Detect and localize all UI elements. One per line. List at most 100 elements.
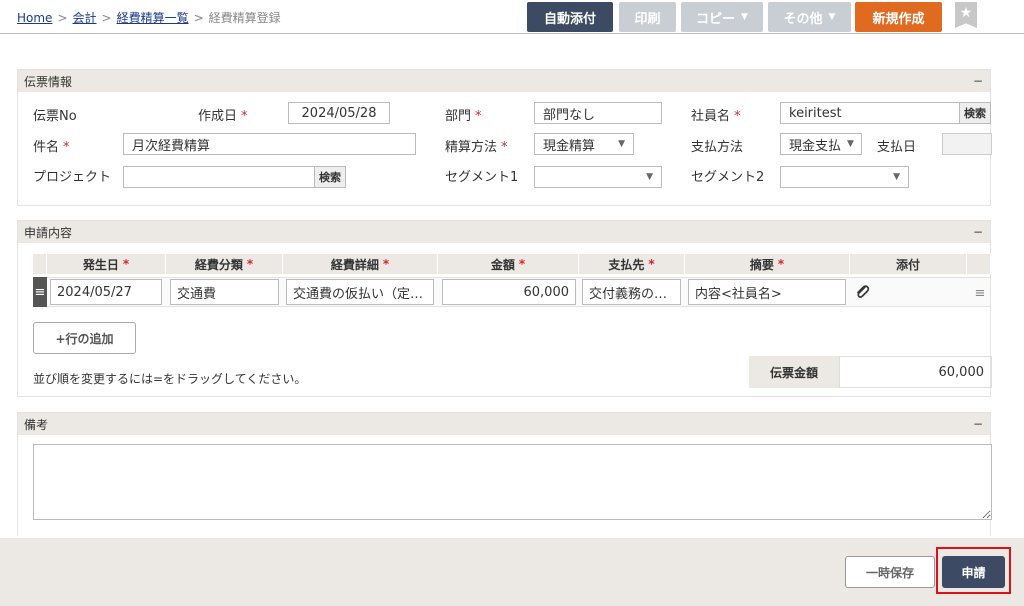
breadcrumb-current: 経費精算登録	[208, 11, 281, 25]
row-summary-field[interactable]: 内容<社員名>	[688, 279, 846, 305]
details-section-header[interactable]: 申請内容 −	[18, 221, 990, 243]
segment1-select[interactable]: ▼	[534, 166, 662, 188]
table-header-detail-text: 経費詳細	[330, 257, 379, 272]
table-header-payee: 支払先 *	[579, 254, 685, 274]
voucher-section-title: 伝票情報	[24, 74, 73, 89]
table-header-date-text: 発生日	[82, 257, 119, 272]
required-mark: *	[246, 257, 254, 271]
row-payee-field[interactable]: 交付義務の…	[582, 279, 681, 305]
temporary-save-button[interactable]: 一時保存	[845, 556, 935, 588]
settlement-label: 精算方法 *	[445, 136, 508, 155]
row-detail-field[interactable]: 交通費の仮払い（定…	[286, 279, 434, 305]
breadcrumb-accounting-link[interactable]: 会計	[73, 11, 97, 25]
created-date-field[interactable]: 2024/05/28	[288, 102, 390, 124]
collapse-icon[interactable]: −	[973, 225, 983, 239]
table-header-category-text: 経費分類	[194, 257, 243, 272]
settlement-select[interactable]: 現金精算 ▼	[534, 133, 634, 155]
project-field[interactable]	[123, 166, 315, 188]
required-mark: *	[382, 257, 390, 271]
details-section-title: 申請内容	[24, 225, 73, 240]
table-header-attachment: 添付	[850, 254, 967, 274]
payment-date-field[interactable]	[942, 133, 992, 155]
other-button[interactable]: その他 ▼	[768, 2, 851, 32]
voucher-section: 伝票情報 − 伝票No 作成日 * 2024/05/28 部門 * 部門なし 社員名…	[17, 69, 992, 206]
department-field[interactable]: 部門なし	[534, 102, 662, 124]
row-menu-icon[interactable]: ≡	[973, 283, 987, 303]
department-label: 部門 *	[445, 105, 482, 124]
breadcrumb-separator: >	[193, 11, 204, 25]
project-label: プロジェクト	[33, 170, 112, 185]
required-mark: *	[648, 257, 655, 271]
table-header-handle	[33, 254, 47, 274]
collapse-icon[interactable]: −	[973, 74, 983, 88]
chevron-down-icon: ▼	[646, 172, 653, 182]
required-mark: *	[734, 109, 741, 124]
subject-field[interactable]: 月次経費精算	[123, 133, 416, 155]
breadcrumb-separator: >	[101, 11, 112, 25]
attachment-clip-icon[interactable]	[854, 283, 870, 301]
employee-search-button[interactable]: 検索	[959, 102, 991, 124]
subject-label-text: 件名	[33, 140, 60, 155]
required-mark: *	[475, 109, 482, 124]
copy-button[interactable]: コピー ▼	[681, 2, 763, 32]
apply-button[interactable]: 申請	[942, 556, 1005, 588]
segment2-select[interactable]: ▼	[780, 166, 909, 188]
required-mark: *	[63, 140, 70, 155]
payment-date-label: 支払日	[877, 140, 917, 155]
project-search-button[interactable]: 検索	[314, 166, 346, 188]
row-date-field[interactable]: 2024/05/27	[50, 279, 162, 305]
chevron-down-icon: ▼	[893, 172, 900, 182]
breadcrumb-list-link[interactable]: 経費精算一覧	[117, 11, 189, 25]
details-section: 申請内容 − 発生日 * 経費分類 * 経費詳細 * 金額 * 支払先 * 摘要 * 添付 …	[17, 220, 992, 397]
bookmark-star-icon[interactable]: ★	[955, 2, 977, 28]
table-header-summary: 摘要 *	[685, 254, 850, 274]
breadcrumb-home-link[interactable]: Home	[17, 11, 52, 25]
breadcrumb-separator: >	[57, 11, 68, 25]
payment-method-select[interactable]: 現金支払 ▼	[780, 133, 862, 155]
chevron-down-icon: ▼	[847, 139, 854, 149]
table-header-menu	[967, 254, 991, 274]
table-header-summary-text: 摘要	[749, 257, 774, 272]
remarks-section-title: 備考	[24, 417, 49, 432]
breadcrumb: Home > 会計 > 経費精算一覧 > 経費精算登録	[17, 9, 281, 26]
table-header-payee-text: 支払先	[608, 257, 645, 272]
drag-hint-text: 並び順を変更するには=をドラッグしてください。	[33, 372, 307, 386]
remarks-section-header[interactable]: 備考 −	[18, 413, 990, 435]
table-header-amount: 金額 *	[438, 254, 579, 274]
required-mark: *	[518, 257, 526, 271]
new-button[interactable]: 新規作成	[855, 2, 942, 32]
required-mark: *	[122, 257, 130, 271]
other-button-label: その他	[783, 11, 823, 27]
remarks-textarea[interactable]	[33, 444, 992, 520]
settlement-label-text: 精算方法	[445, 140, 498, 155]
row-category-field[interactable]: 交通費	[170, 279, 279, 305]
subject-label: 件名 *	[33, 136, 70, 155]
auto-attach-button[interactable]: 自動添付	[527, 2, 613, 32]
chevron-down-icon: ▼	[741, 12, 748, 22]
payment-method-select-value: 現金支払	[789, 138, 842, 154]
drag-handle-icon[interactable]: ≡	[33, 277, 47, 307]
top-bar: Home > 会計 > 経費精算一覧 > 経費精算登録 自動添付 印刷 コピー ▼ その他 ▼ …	[0, 0, 1024, 34]
employee-label-text: 社員名	[691, 109, 731, 124]
remarks-section: 備考 −	[17, 412, 992, 536]
table-header-amount-text: 金額	[490, 257, 515, 272]
print-button[interactable]: 印刷	[619, 2, 676, 32]
created-date-label-text: 作成日	[198, 109, 238, 124]
segment1-label: セグメント1	[445, 170, 519, 185]
table-header-date: 発生日 *	[47, 254, 166, 274]
segment2-label: セグメント2	[691, 170, 765, 185]
voucher-no-label: 伝票No	[33, 109, 77, 124]
row-amount-field[interactable]: 60,000	[442, 279, 576, 305]
table-header-category: 経費分類 *	[166, 254, 283, 274]
payment-method-label: 支払方法	[691, 140, 744, 155]
employee-field[interactable]: keiritest	[780, 102, 960, 124]
voucher-section-header[interactable]: 伝票情報 −	[18, 70, 990, 92]
settlement-select-value: 現金精算	[543, 138, 596, 154]
required-mark: *	[241, 109, 248, 124]
created-date-label: 作成日 *	[198, 105, 248, 124]
collapse-icon[interactable]: −	[973, 417, 983, 431]
add-row-button[interactable]: +行の追加	[33, 322, 136, 354]
department-label-text: 部門	[445, 109, 472, 124]
total-amount-value: 60,000	[839, 356, 992, 388]
employee-label: 社員名 *	[691, 105, 741, 124]
